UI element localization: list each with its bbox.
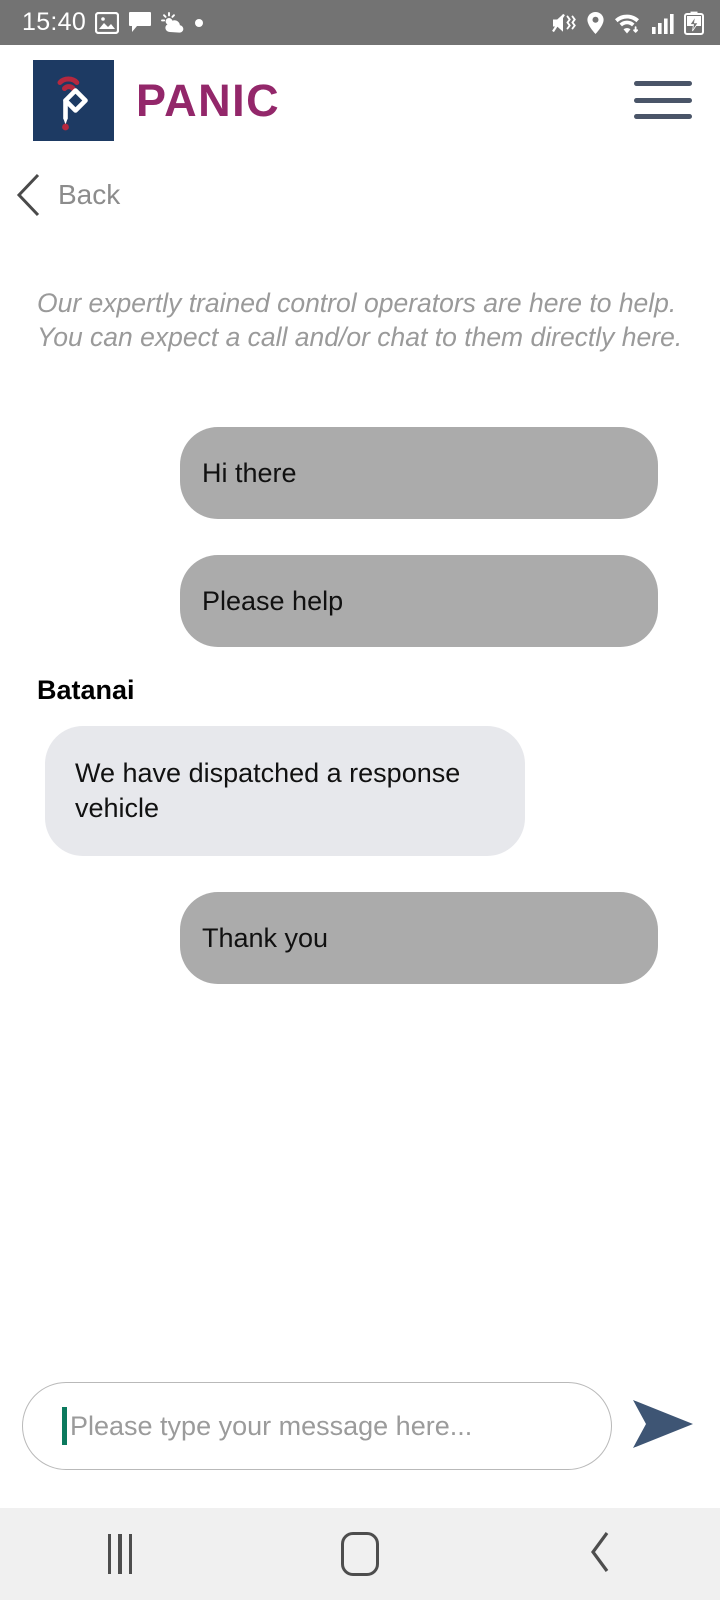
message-row-incoming: We have dispatched a response vehicle xyxy=(0,725,720,856)
wifi-icon xyxy=(614,11,642,35)
status-bar-right xyxy=(551,11,704,35)
message-input[interactable]: Please type your message here... xyxy=(22,1382,612,1470)
dot-icon xyxy=(195,18,204,27)
app-root: 15:40 PANIC Back Our expertly trained co… xyxy=(0,0,720,1600)
back-label: Back xyxy=(58,179,121,210)
recents-icon xyxy=(107,1534,133,1574)
intro-text: Our expertly trained control operators a… xyxy=(0,235,720,355)
message-row-outgoing: Hi there xyxy=(0,426,720,519)
message-bubble-outgoing: Hi there xyxy=(180,426,658,519)
status-bar: 15:40 xyxy=(0,0,720,45)
message-composer: Please type your message here... xyxy=(0,1382,720,1470)
chevron-left-icon xyxy=(12,172,46,218)
send-arrow-icon xyxy=(629,1396,697,1457)
chat-thread[interactable]: Hi there Please help Batanai We have dis… xyxy=(0,355,720,1382)
message-input-placeholder: Please type your message here... xyxy=(70,1410,473,1441)
message-bubble-outgoing: Thank you xyxy=(180,892,658,984)
back-button[interactable]: Back xyxy=(0,155,720,235)
home-button[interactable] xyxy=(300,1508,420,1600)
hamburger-menu-icon[interactable] xyxy=(634,77,692,123)
mute-vibrate-icon xyxy=(551,11,577,35)
message-bubble-incoming: We have dispatched a response vehicle xyxy=(45,725,525,856)
back-icon xyxy=(587,1530,613,1579)
intro-line-2: You can expect a call and/or chat to the… xyxy=(37,321,683,352)
message-row-outgoing: Please help xyxy=(0,554,720,647)
brand: PANIC xyxy=(33,59,281,141)
battery-charging-icon xyxy=(684,11,704,35)
hamburger-bar xyxy=(634,114,692,119)
image-icon xyxy=(95,11,120,34)
intro-line-1: Our expertly trained control operators a… xyxy=(37,288,677,318)
message-bubble-outgoing: Please help xyxy=(180,554,658,647)
hamburger-bar xyxy=(634,97,692,103)
message-row-outgoing: Thank you xyxy=(0,892,720,984)
message-sender-name: Batanai xyxy=(37,674,135,705)
weather-icon xyxy=(161,11,186,34)
recents-button[interactable] xyxy=(60,1508,180,1600)
system-navigation-bar xyxy=(0,1508,720,1600)
app-header: PANIC xyxy=(0,45,720,155)
hamburger-bar xyxy=(634,81,692,86)
text-caret xyxy=(62,1407,67,1445)
panic-logo-icon xyxy=(33,59,114,141)
brand-title: PANIC xyxy=(136,74,281,126)
status-bar-left: 15:40 xyxy=(22,8,204,36)
system-back-button[interactable] xyxy=(540,1508,660,1600)
status-clock: 15:40 xyxy=(22,8,87,36)
send-button[interactable] xyxy=(626,1389,700,1463)
signal-icon xyxy=(651,11,675,35)
message-icon xyxy=(128,11,152,34)
home-icon xyxy=(341,1532,379,1576)
location-icon xyxy=(586,11,605,35)
